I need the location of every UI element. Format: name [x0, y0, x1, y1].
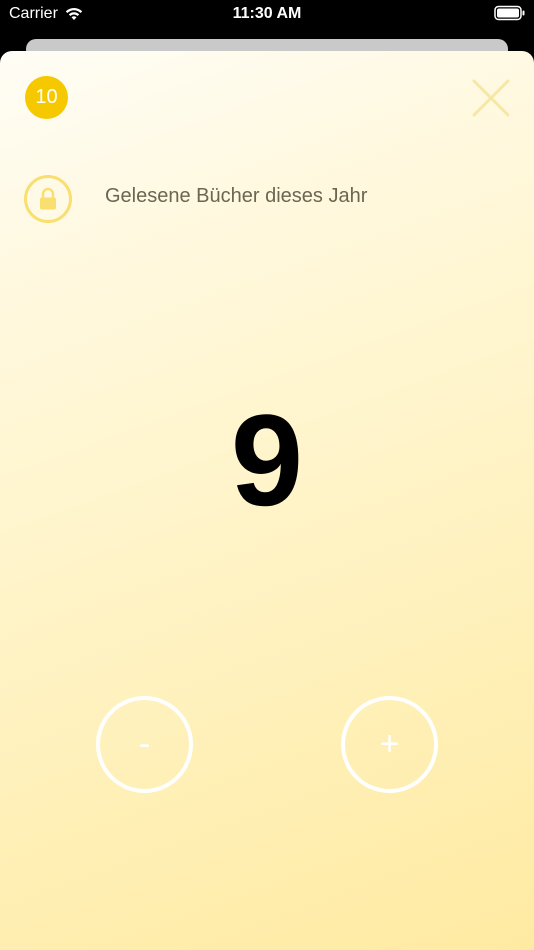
count-badge: 10	[25, 76, 68, 119]
counter-sheet: 10 Gelesene Bücher dieses Jahr 9 - +	[0, 51, 534, 950]
decrement-button[interactable]: -	[96, 696, 193, 793]
battery-icon	[494, 5, 525, 21]
increment-label: +	[379, 725, 400, 763]
lock-toggle[interactable]	[24, 175, 72, 223]
status-bar: Carrier 11:30 AM	[0, 0, 534, 30]
counter-value: 9	[230, 387, 304, 533]
lock-icon	[40, 187, 56, 210]
counter-title: Gelesene Bücher dieses Jahr	[105, 185, 368, 207]
app-screen: Carrier 11:30 AM 10 Gelesene Bücher dies…	[0, 0, 534, 950]
decrement-label: -	[138, 725, 151, 763]
increment-button[interactable]: +	[341, 696, 438, 793]
close-icon[interactable]	[470, 77, 512, 119]
status-time: 11:30 AM	[232, 5, 302, 22]
